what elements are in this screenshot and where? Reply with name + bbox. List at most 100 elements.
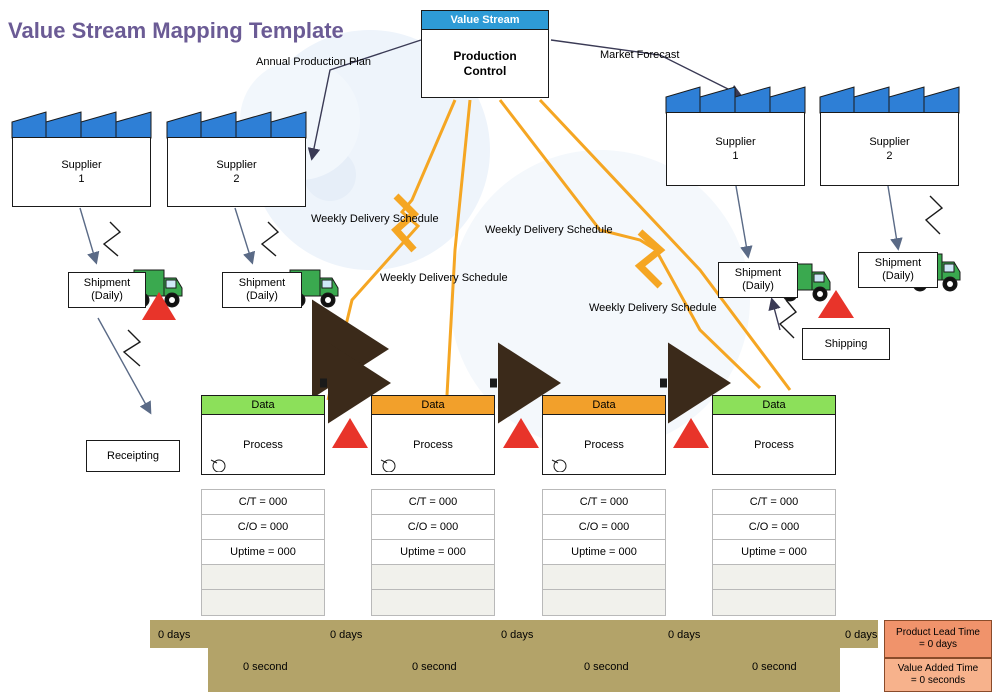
annual-production-plan-label: Annual Production Plan <box>256 56 371 68</box>
weekly-delivery-label-3: Weekly Delivery Schedule <box>380 272 508 284</box>
weekly-delivery-label-1: Weekly Delivery Schedule <box>311 213 439 225</box>
shipment-3-line1: Shipment <box>734 267 782 279</box>
timeline-seconds-0: 0 second <box>243 661 288 673</box>
process-4-body: Process <box>712 415 836 475</box>
customer-2-label: Supplier 2 <box>820 112 959 186</box>
customer-1-label: Supplier 1 <box>666 112 805 186</box>
table-row <box>202 565 324 590</box>
product-lead-time-value: = 0 days <box>918 639 958 650</box>
process-4-header: Data <box>712 395 836 415</box>
table-row <box>372 565 494 590</box>
timeline-seconds-3: 0 second <box>752 661 797 673</box>
supplier-1-line1: Supplier <box>61 159 102 171</box>
customer-2-factory: Supplier 2 <box>818 85 963 187</box>
market-forecast-label: Market Forecast <box>600 49 680 61</box>
value-stream-header: Value Stream <box>421 10 549 30</box>
process-1-header: Data <box>201 395 325 415</box>
supplier-2-factory: Supplier 2 <box>165 110 310 208</box>
table-row: Uptime = 000 <box>202 540 324 565</box>
table-row: C/O = 000 <box>713 515 835 540</box>
table-row: Uptime = 000 <box>372 540 494 565</box>
supplier-1-label: Supplier 1 <box>12 137 151 207</box>
process-1-label: Process <box>243 438 283 451</box>
weekly-delivery-label-4: Weekly Delivery Schedule <box>589 302 717 314</box>
customer-1-factory: Supplier 1 <box>664 85 809 187</box>
process-2-header: Data <box>371 395 495 415</box>
shipment-4-line2: (Daily) <box>882 270 914 282</box>
factory-roof-icon <box>819 86 960 114</box>
table-row: C/T = 000 <box>713 490 835 515</box>
timeline-days-1: 0 days <box>330 629 363 641</box>
receipting-box: Receipting <box>86 440 180 472</box>
timeline-days-3: 0 days <box>668 629 701 641</box>
value-added-time-box: Value Added Time = 0 seconds <box>884 658 992 692</box>
table-row: C/T = 000 <box>202 490 324 515</box>
process-3: Data Process <box>542 395 666 475</box>
weekly-delivery-label-2: Weekly Delivery Schedule <box>485 224 613 236</box>
process-2-label: Process <box>413 438 453 451</box>
table-row: C/T = 000 <box>543 490 665 515</box>
page-title: Value Stream Mapping Template <box>8 18 344 43</box>
timeline-seconds-1: 0 second <box>412 661 457 673</box>
customer-2-line1: Supplier <box>869 136 910 148</box>
process-3-body: Process <box>542 415 666 475</box>
shipment-2-line2: (Daily) <box>246 290 278 302</box>
supplier-1-line2: 1 <box>78 173 85 185</box>
table-row: C/O = 000 <box>543 515 665 540</box>
operator-icon <box>210 459 226 472</box>
value-added-time-value: = 0 seconds <box>910 675 966 686</box>
product-lead-time-box: Product Lead Time = 0 days <box>884 620 992 658</box>
process-4-data-table: C/T = 000 C/O = 000 Uptime = 000 <box>712 489 836 616</box>
operator-icon <box>380 459 396 472</box>
process-2-data-table: C/T = 000 C/O = 000 Uptime = 000 <box>371 489 495 616</box>
table-row <box>202 590 324 615</box>
supplier-2-line2: 2 <box>233 173 240 185</box>
customer-1-line2: 1 <box>732 150 739 162</box>
supplier-2-line1: Supplier <box>216 159 257 171</box>
process-4: Data Process <box>712 395 836 475</box>
table-row: Uptime = 000 <box>713 540 835 565</box>
supplier-2-label: Supplier 2 <box>167 137 306 207</box>
process-3-header: Data <box>542 395 666 415</box>
customer-1-line1: Supplier <box>715 136 756 148</box>
process-1-data-table: C/T = 000 C/O = 000 Uptime = 000 <box>201 489 325 616</box>
product-lead-time-title: Product Lead Time <box>896 627 980 638</box>
table-row <box>713 565 835 590</box>
table-row <box>372 590 494 615</box>
table-row: C/T = 000 <box>372 490 494 515</box>
timeline-days-2: 0 days <box>501 629 534 641</box>
table-row: C/O = 000 <box>372 515 494 540</box>
production-control-line1: Production <box>453 48 517 63</box>
process-2: Data Process <box>371 395 495 475</box>
shipment-4-box: Shipment (Daily) <box>858 252 938 288</box>
supplier-1-factory: Supplier 1 <box>10 110 155 208</box>
operator-icon <box>551 459 567 472</box>
timeline-days-0: 0 days <box>158 629 191 641</box>
shipment-3-line2: (Daily) <box>742 280 774 292</box>
table-row <box>713 590 835 615</box>
process-1-body: Process <box>201 415 325 475</box>
table-row <box>543 565 665 590</box>
shipment-3-box: Shipment (Daily) <box>718 262 798 298</box>
diagram-canvas: Value Stream Mapping Template Value Stre… <box>0 0 997 692</box>
process-3-data-table: C/T = 000 C/O = 000 Uptime = 000 <box>542 489 666 616</box>
shipment-1-box: Shipment (Daily) <box>68 272 146 308</box>
shipment-1-line1: Shipment <box>83 277 131 289</box>
shipment-2-box: Shipment (Daily) <box>222 272 302 308</box>
timeline-seconds-band <box>208 648 840 692</box>
factory-roof-icon <box>665 86 806 114</box>
table-row: Uptime = 000 <box>543 540 665 565</box>
customer-2-line2: 2 <box>886 150 893 162</box>
production-control-box: Production Control <box>421 30 549 98</box>
shipment-4-line1: Shipment <box>874 257 922 269</box>
timeline-days-4: 0 days <box>845 629 878 641</box>
table-row <box>543 590 665 615</box>
process-3-label: Process <box>584 438 624 451</box>
process-2-body: Process <box>371 415 495 475</box>
shipping-box: Shipping <box>802 328 890 360</box>
table-row: C/O = 000 <box>202 515 324 540</box>
production-control-line2: Control <box>463 63 507 78</box>
process-1: Data Process <box>201 395 325 475</box>
shipment-2-line1: Shipment <box>238 277 286 289</box>
factory-roof-icon <box>166 111 307 139</box>
